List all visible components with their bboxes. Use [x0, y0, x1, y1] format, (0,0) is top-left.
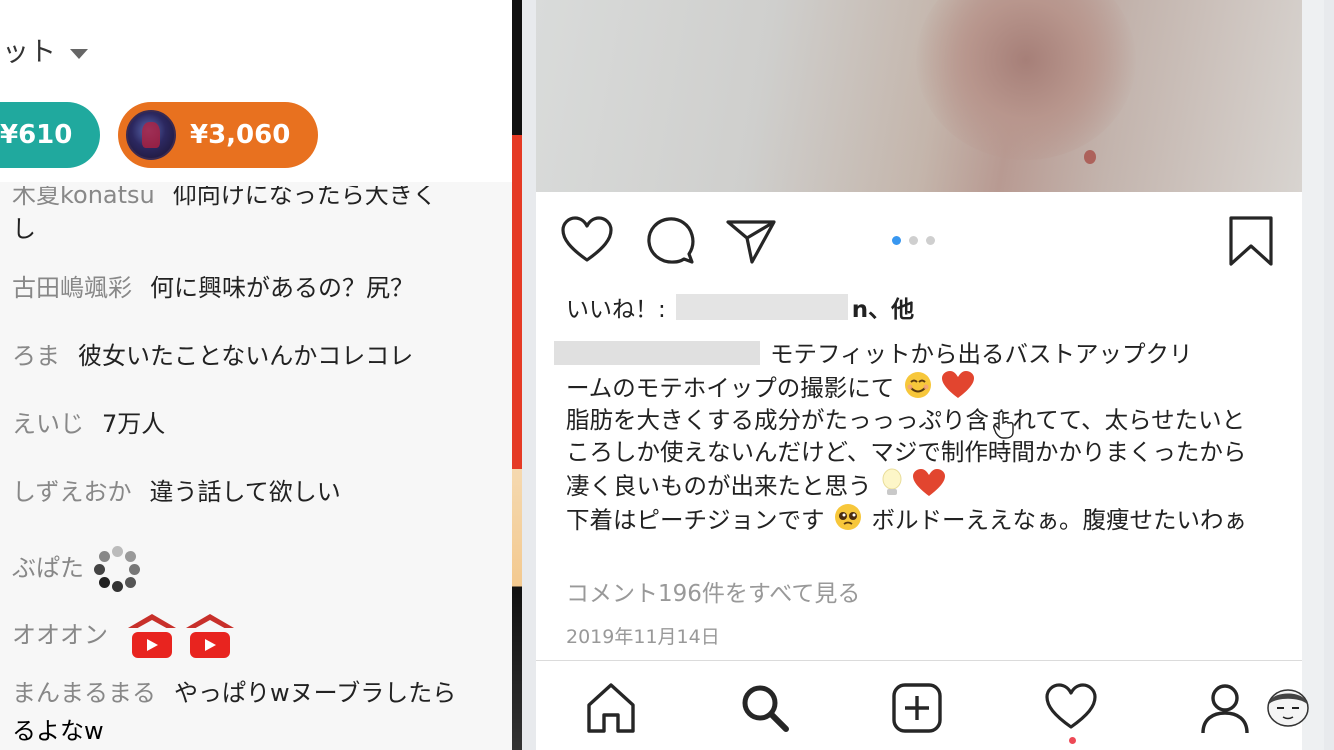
chat-text: やっぱりwヌーブラしたら: [174, 679, 457, 707]
caption-text: ームのモテホイップの撮影にて: [566, 374, 895, 402]
chat-author: ろま: [12, 342, 60, 370]
streamer-avatar-icon: [1267, 689, 1309, 727]
background-video-strip: [512, 96, 522, 750]
post-image-blurred[interactable]: [536, 0, 1302, 192]
add-post-icon[interactable]: [890, 681, 944, 735]
chat-message: オオオン: [12, 612, 242, 660]
carousel-indicator: [892, 236, 935, 245]
carousel-dot: [926, 236, 935, 245]
loading-spinner-emote-icon: [92, 544, 142, 594]
share-icon[interactable]: [724, 214, 778, 268]
redacted-username: [554, 341, 760, 365]
home-icon[interactable]: [584, 681, 638, 735]
chat-author: まんまるまる: [12, 679, 156, 707]
screen-edge: [1302, 0, 1324, 750]
dropdown-arrow-icon: [70, 48, 88, 59]
search-icon[interactable]: [738, 681, 792, 735]
chat-text-continued: し: [12, 215, 36, 243]
chat-text: 7万人: [102, 410, 166, 438]
carousel-dot-active: [892, 236, 901, 245]
likes-others: n、他: [851, 297, 915, 323]
view-all-comments-link[interactable]: コメント196件をすべて見る: [566, 574, 860, 608]
instagram-post: いいね！: n、他 モテフィットから出るバストアップクリ ームのモテホイップの撮…: [536, 0, 1324, 750]
youtube-house-emote-icon: [126, 612, 178, 660]
caption-text: ボルドーええなぁ。腹痩せたいわぁ: [871, 506, 1247, 534]
avatar: [126, 110, 176, 160]
post-date: 2019年11月14日: [566, 626, 720, 648]
chat-author: えいじ: [12, 410, 84, 438]
chat-author: オオオン: [12, 621, 108, 649]
profile-icon[interactable]: [1198, 681, 1252, 735]
superchat-amount: ¥610: [0, 120, 73, 150]
heart-icon[interactable]: [560, 214, 614, 268]
notification-dot: [1069, 737, 1076, 744]
caption-text: 脂肪を大きくする成分がたっっっぷり含まれてて、太らせたいところしか使えないんだけ…: [566, 406, 1247, 500]
live-chat-panel: ット ¥610 ¥3,060 木夏konatsu 仰向けになったら大きく し 古田…: [0, 0, 522, 750]
chat-text: 彼女いたことないんかコレコレ: [78, 342, 414, 370]
youtube-house-emote-icon: [184, 612, 236, 660]
chat-message: 木夏konatsu 仰向けになったら大きく: [12, 181, 437, 212]
chat-header: ット: [0, 0, 512, 96]
pleading-face-emoji-icon: [834, 504, 861, 530]
phone-screen: いいね！: n、他 モテフィットから出るバストアップクリ ームのモテホイップの撮…: [522, 0, 1334, 750]
carousel-dot: [909, 236, 918, 245]
red-heart-emoji-icon: [913, 469, 946, 496]
chat-author: しずえおか: [12, 478, 132, 506]
chat-message: しずえおか 違う話して欲しい: [12, 475, 341, 509]
smiling-face-emoji-icon: [904, 372, 931, 398]
chat-message: 古田嶋颯彩 何に興味があるの？尻？: [12, 271, 414, 305]
post-caption: モテフィットから出るバストアップクリ ームのモテホイップの撮影にて 脂肪を大きく…: [554, 338, 1266, 536]
bottom-tab-bar: [536, 661, 1302, 750]
chat-text: 仰向けになったら大きく: [172, 181, 437, 209]
divider: [512, 0, 522, 96]
chat-text: 違う話して欲しい: [149, 478, 341, 506]
chat-message: えいじ 7万人: [12, 407, 165, 441]
superchat-chip[interactable]: ¥3,060: [118, 102, 318, 168]
comment-icon[interactable]: [644, 214, 698, 268]
light-bulb-emoji-icon: [882, 468, 902, 495]
red-heart-emoji-icon: [942, 371, 975, 398]
chat-message: ろま 彼女いたことないんかコレコレ: [12, 339, 413, 373]
chat-message: ぶぱた: [12, 544, 142, 594]
likes-summary[interactable]: いいね！: n、他: [566, 290, 914, 324]
redacted-username: [675, 294, 848, 320]
superchat-amount: ¥3,060: [190, 120, 291, 150]
chat-author: ぶぱた: [12, 554, 84, 582]
superchat-chip[interactable]: ¥610: [0, 102, 100, 168]
superchat-ticker: ¥610 ¥3,060: [0, 96, 512, 182]
chat-text-continued: るよなw: [12, 717, 104, 745]
chat-text: 何に興味があるの？尻？: [150, 274, 414, 302]
chat-mode-dropdown[interactable]: ット: [2, 30, 88, 69]
caption-text: モテフィットから出るバストアップクリ: [770, 340, 1193, 368]
chat-author: 古田嶋颯彩: [12, 274, 132, 302]
chat-mode-label: ット: [2, 37, 56, 68]
chat-message: まんまるまる やっぱりwヌーブラしたら: [12, 676, 456, 710]
caption-text: 下着はピーチジョンです: [566, 506, 825, 534]
activity-heart-icon[interactable]: [1044, 681, 1098, 735]
hand-cursor-icon: [993, 410, 1014, 439]
bookmark-icon[interactable]: [1224, 214, 1278, 268]
chat-author: 木夏konatsu: [12, 181, 155, 209]
likes-label: いいね！:: [566, 297, 666, 323]
